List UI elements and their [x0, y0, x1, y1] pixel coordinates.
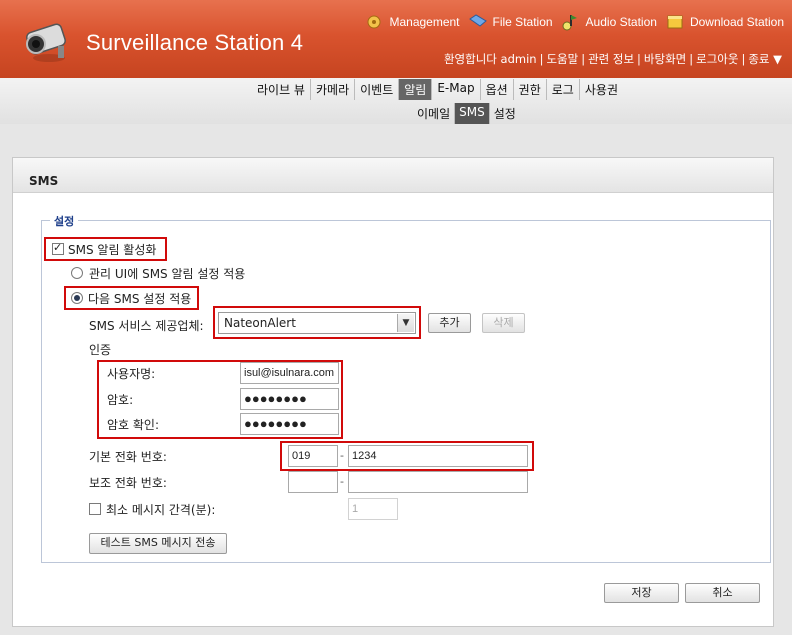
- apply-ui-label: 관리 UI에 SMS 알림 설정 적용: [89, 267, 246, 281]
- sub-tabs: 이메일 SMS 설정: [413, 103, 520, 124]
- file-station-label: File Station: [492, 15, 553, 29]
- apply-custom-radio[interactable]: [71, 292, 83, 304]
- app-title: Surveillance Station 4: [86, 30, 304, 55]
- management-label: Management: [389, 15, 460, 29]
- tab-options[interactable]: 옵션: [481, 79, 514, 100]
- top-nav: Management File Station Audio Station Do…: [364, 10, 792, 34]
- desktop-link[interactable]: 바탕화면: [644, 52, 686, 66]
- password-field[interactable]: ●●●●●●●●: [240, 388, 339, 410]
- provider-select[interactable]: NateonAlert ▼: [218, 312, 416, 334]
- auth-heading: 인증: [89, 343, 112, 357]
- min-interval-field[interactable]: 1: [348, 498, 398, 520]
- app-header: Surveillance Station 4 Management File S…: [0, 0, 792, 78]
- username-label: 사용자명:: [107, 367, 156, 381]
- provider-label: SMS 서비스 제공업체:: [89, 319, 204, 333]
- primary-phone-label: 기본 전화 번호:: [89, 450, 167, 464]
- file-station-icon: [468, 14, 487, 27]
- delete-provider-button[interactable]: 삭제: [482, 313, 525, 333]
- tab-bar: 라이브 뷰 카메라 이벤트 알림 E-Map 옵션 권한 로그 사용권 이메일 …: [0, 78, 792, 124]
- management-icon: [367, 15, 381, 29]
- main-tabs: 라이브 뷰 카메라 이벤트 알림 E-Map 옵션 권한 로그 사용권: [252, 79, 623, 100]
- management-link[interactable]: Management: [364, 13, 460, 31]
- settings-legend: 설정: [50, 213, 79, 229]
- download-station-label: Download Station: [689, 15, 784, 29]
- subtab-settings[interactable]: 설정: [490, 103, 520, 124]
- tab-log[interactable]: 로그: [547, 79, 580, 100]
- tab-camera[interactable]: 카메라: [311, 79, 356, 100]
- exit-menu[interactable]: 종료 ▼: [748, 52, 782, 66]
- sms-panel: SMS 설정 SMS 알림 활성화 관리 UI에 SMS 알림 설정 적용 다음…: [12, 157, 774, 627]
- tab-event[interactable]: 이벤트: [355, 79, 400, 100]
- panel-title: SMS: [13, 158, 773, 193]
- secondary-phone-prefix[interactable]: [288, 471, 338, 493]
- subtab-sms[interactable]: SMS: [455, 103, 490, 124]
- password-confirm-label: 암호 확인:: [107, 418, 160, 432]
- user-bar: 환영합니다 admin | 도움말 | 관련 정보 | 바탕화면 | 로그아웃 | 종료 ▼: [443, 52, 782, 66]
- welcome-text: 환영합니다 admin: [443, 52, 537, 66]
- password-confirm-field[interactable]: ●●●●●●●●: [240, 413, 339, 435]
- primary-phone-prefix[interactable]: 019: [288, 445, 338, 467]
- audio-station-link[interactable]: Audio Station: [561, 13, 657, 31]
- apply-ui-radio[interactable]: [71, 267, 83, 279]
- tab-privileges[interactable]: 권한: [514, 79, 547, 100]
- camera-logo-icon: [26, 23, 66, 62]
- provider-selected: NateonAlert: [224, 316, 296, 330]
- tab-license[interactable]: 사용권: [580, 79, 623, 100]
- enable-sms-checkbox[interactable]: [52, 241, 64, 255]
- related-info-link[interactable]: 관련 정보: [588, 52, 634, 66]
- send-test-sms-button[interactable]: 테스트 SMS 메시지 전송: [89, 533, 227, 554]
- audio-station-icon: [562, 15, 577, 31]
- chevron-down-icon: ▼: [397, 314, 414, 332]
- logout-link[interactable]: 로그아웃: [696, 52, 738, 66]
- file-station-link[interactable]: File Station: [468, 13, 553, 31]
- tab-emap[interactable]: E-Map: [432, 79, 481, 100]
- cancel-button[interactable]: 취소: [685, 583, 760, 603]
- password-label: 암호:: [107, 393, 134, 407]
- save-button[interactable]: 저장: [604, 583, 679, 603]
- primary-phone-number[interactable]: 1234: [348, 445, 528, 467]
- tab-notification[interactable]: 알림: [399, 79, 433, 100]
- apply-custom-label: 다음 SMS 설정 적용: [88, 292, 192, 306]
- min-interval-label: 최소 메시지 간격(분):: [106, 503, 216, 517]
- enable-sms-label: SMS 알림 활성화: [68, 243, 157, 257]
- subtab-email[interactable]: 이메일: [413, 103, 456, 124]
- add-provider-button[interactable]: 추가: [428, 313, 471, 333]
- download-station-link[interactable]: Download Station: [665, 13, 784, 31]
- help-link[interactable]: 도움말: [546, 52, 578, 66]
- primary-phone-dash: -: [340, 449, 344, 462]
- username-field[interactable]: isul@isulnara.com: [240, 362, 339, 384]
- download-station-icon: [667, 15, 683, 29]
- audio-station-label: Audio Station: [585, 15, 657, 29]
- secondary-phone-dash: -: [340, 475, 344, 488]
- tab-live-view[interactable]: 라이브 뷰: [252, 79, 311, 100]
- min-interval-checkbox[interactable]: [89, 503, 101, 515]
- secondary-phone-label: 보조 전화 번호:: [89, 476, 167, 490]
- secondary-phone-number[interactable]: [348, 471, 528, 493]
